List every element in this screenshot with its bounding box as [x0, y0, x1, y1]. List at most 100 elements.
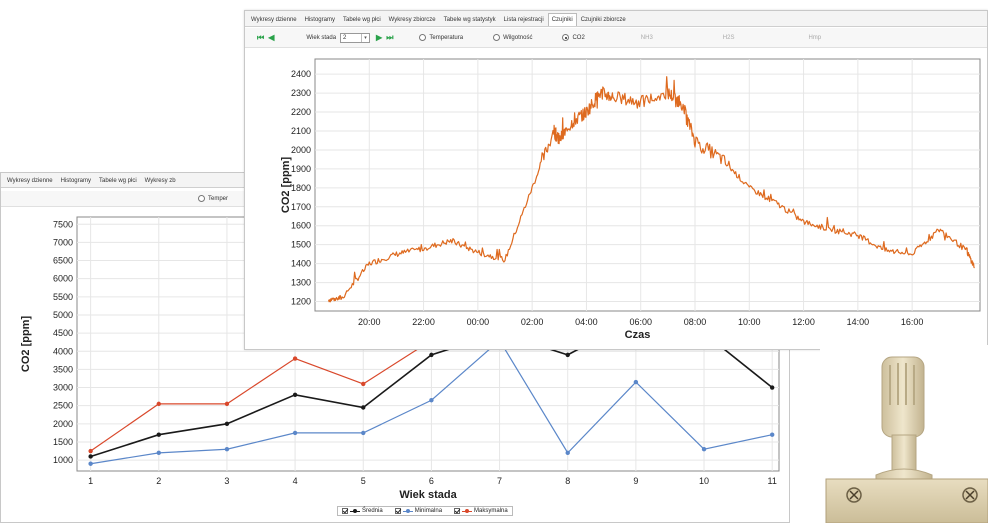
front-y-tick-label: 1500	[291, 240, 311, 250]
radio-humidity[interactable]: Wilgotność	[493, 34, 532, 41]
back-x-tick-label: 3	[224, 476, 229, 486]
legend-item-min[interactable]: Minimalna	[394, 508, 442, 514]
front-y-tick-label: 1200	[291, 297, 311, 307]
front-x-tick-label: 02:00	[521, 317, 544, 327]
front-x-tick-label: 20:00	[358, 317, 381, 327]
front-x-tick-label: 06:00	[629, 317, 652, 327]
back-y-tick-label: 6000	[53, 274, 73, 284]
back-y-tick-label: 6500	[53, 256, 73, 266]
back-x-tick-label: 7	[497, 476, 502, 486]
last-page-icon[interactable]: ⏭	[386, 33, 393, 43]
back-x-axis-label: Wiek stada	[399, 489, 457, 501]
back-series-mean-point	[224, 421, 230, 427]
radio-icon	[198, 195, 205, 202]
front-y-tick-label: 2400	[291, 69, 311, 79]
front-toolbar: ⏮ ◀ Wiek stada 2 ▾ ▶ ⏭ Temperatura Wilgo…	[245, 28, 987, 48]
front-y-tick-label: 1700	[291, 202, 311, 212]
back-y-tick-label: 7000	[53, 237, 73, 247]
front-window: Wykresy dzienne Histogramy Tabele wg płc…	[244, 10, 988, 350]
back-series-mean-point	[429, 352, 434, 358]
front-x-tick-label: 04:00	[575, 317, 598, 327]
back-y-tick-label: 3000	[53, 383, 73, 393]
back-series-max-point	[361, 381, 366, 387]
legend-item-mean[interactable]: Średnia	[342, 508, 383, 514]
wiek-stada-spinner[interactable]: 2 ▾	[340, 32, 371, 43]
back-y-axis-label: CO2 [ppm]	[20, 316, 32, 373]
legend-item-max[interactable]: Maksymalna	[454, 508, 508, 514]
back-series-min-point	[224, 447, 230, 452]
radio-icon	[493, 34, 501, 41]
back-y-tick-label: 5500	[53, 292, 73, 302]
prev-page-icon[interactable]: ◀	[268, 33, 274, 42]
front-x-tick-label: 22:00	[412, 317, 435, 327]
front-y-tick-label: 2300	[291, 88, 311, 98]
back-series-min-point	[565, 450, 570, 456]
radio-nh3-disabled: NH3	[640, 34, 653, 41]
back-y-tick-label: 4000	[53, 346, 73, 356]
front-chart: 1200 1300 1400 1500 1600 1700 1800 1900 2000 2100…	[280, 58, 981, 341]
front-y-tick-label: 1600	[291, 221, 311, 231]
back-x-tick-label: 1	[88, 476, 93, 486]
back-y-tick-label: 3500	[53, 364, 73, 374]
legend-marker-max	[462, 508, 473, 513]
back-tab-2[interactable]: Tabele wg płci	[95, 175, 141, 187]
checkbox-icon	[394, 508, 401, 514]
front-x-axis-label: Czas	[625, 329, 651, 341]
checkbox-icon	[342, 508, 348, 514]
radio-hmp-disabled: Hmp	[808, 34, 822, 41]
back-y-tick-label: 1500	[53, 437, 73, 447]
back-x-tick-label: 5	[361, 476, 366, 486]
tab-tables-by-stats[interactable]: Tabele wg statystyk	[440, 14, 500, 26]
back-series-min-point	[633, 379, 639, 385]
radio-temperature[interactable]: Temperatura	[419, 34, 463, 41]
back-y-tick-label: 2000	[53, 419, 73, 429]
tab-summary-sensors[interactable]: Czujniki zbiorcze	[577, 14, 630, 26]
radio-h2s-disabled: H2S	[722, 34, 735, 41]
back-x-tick-label: 10	[699, 476, 709, 486]
back-series-max-point	[292, 356, 298, 361]
radio-icon	[419, 34, 427, 41]
tab-registration-list[interactable]: Lista rejestracji	[500, 14, 548, 26]
front-y-tick-label: 1400	[291, 259, 311, 269]
front-x-tick-label: 14:00	[847, 317, 870, 327]
back-tab-0[interactable]: Wykresy dzienne	[3, 175, 57, 187]
back-series-mean-point	[565, 352, 570, 358]
first-page-icon[interactable]: ⏮	[257, 33, 264, 43]
back-series-mean-point	[361, 405, 366, 410]
back-y-tick-label: 5000	[53, 310, 73, 320]
chevron-down-icon[interactable]: ▾	[361, 33, 369, 42]
back-series-mean-point	[292, 392, 298, 397]
back-series-min-point	[88, 461, 93, 466]
radio-selected-icon	[562, 34, 570, 41]
back-series-min-point	[769, 432, 775, 437]
front-tab-bar: Wykresy dzienne Histogramy Tabele wg płc…	[245, 11, 987, 27]
front-y-axis-label: CO2 [ppm]	[280, 157, 292, 214]
tab-tables-by-sex[interactable]: Tabele wg płci	[339, 14, 385, 26]
tab-summary-charts[interactable]: Wykresy zbiorcze	[385, 14, 440, 26]
back-legend: Średnia Minimalna Maksymalna	[337, 506, 513, 516]
back-x-tick-label: 4	[293, 476, 298, 486]
back-tab-1[interactable]: Histogramy	[57, 175, 95, 187]
back-series-mean-point	[88, 454, 93, 459]
front-x-tick-label: 10:00	[738, 317, 761, 327]
tab-histograms[interactable]: Histogramy	[301, 14, 339, 26]
back-radio-temperature[interactable]: Temper	[198, 195, 228, 202]
radio-co2[interactable]: CO2	[562, 34, 585, 41]
tab-daily-charts[interactable]: Wykresy dzienne	[247, 14, 301, 26]
co2-sensor-image	[820, 345, 988, 523]
wiek-stada-label: Wiek stada	[306, 34, 337, 41]
back-x-tick-label: 2	[156, 476, 161, 486]
back-tab-3[interactable]: Wykresy zb	[141, 175, 180, 187]
front-y-tick-label: 2100	[291, 126, 311, 136]
back-series-min-point	[361, 430, 366, 436]
front-y-tick-label: 1800	[291, 183, 311, 193]
front-y-tick-label: 2200	[291, 107, 311, 117]
back-series-max-point	[224, 401, 230, 407]
front-x-tick-label: 00:00	[467, 317, 490, 327]
next-page-icon[interactable]: ▶	[376, 33, 382, 42]
back-y-tick-label: 1000	[53, 455, 73, 465]
front-x-tick-label: 08:00	[684, 317, 707, 327]
checkbox-icon	[454, 508, 461, 514]
tab-sensors[interactable]: Czujniki	[547, 13, 577, 26]
back-series-max-point	[156, 401, 161, 407]
